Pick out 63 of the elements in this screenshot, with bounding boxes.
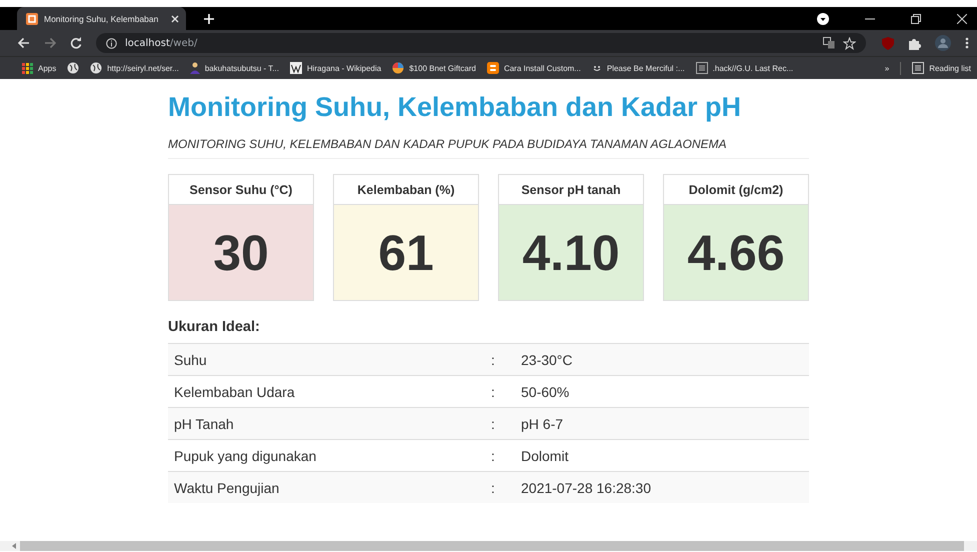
info-icon <box>106 38 117 48</box>
back-icon[interactable] <box>18 37 30 49</box>
bookmark[interactable]: http://seiryl.net/ser... <box>90 62 179 74</box>
star-icon[interactable] <box>843 36 856 50</box>
new-tab-icon[interactable] <box>204 14 214 24</box>
table-cell-text: : <box>491 416 496 432</box>
close-icon[interactable] <box>171 14 179 22</box>
sensor-value: 30 <box>169 205 313 300</box>
bookmark[interactable]: Apps <box>22 62 56 74</box>
forward-icon[interactable] <box>44 37 56 49</box>
table-cell: Dolomit <box>521 448 568 464</box>
page-subtitle: MONITORING SUHU, KELEMBABAN DAN KADAR PUPUK PADA BUDIDAYA TANAMAN AGLAONEMA <box>168 137 809 159</box>
sensor-value: 61 <box>334 205 478 300</box>
blogger-icon <box>486 62 499 74</box>
close-window-icon[interactable] <box>957 14 967 24</box>
browser-tab[interactable]: Monitoring Suhu, Kelembaban <box>17 7 186 30</box>
bookmark[interactable]: Please Be Merciful :... <box>592 63 685 73</box>
table-cell-text: Pupuk yang digunakan <box>173 448 318 464</box>
sensor-value: 4.66 <box>664 205 808 300</box>
table-cell-text: pH Tanah <box>173 416 235 432</box>
bookmark[interactable]: Cara Install Custom... <box>486 62 581 74</box>
table-cell-text: : <box>491 480 496 496</box>
table-cell: 2021-07-28 16:28:30 <box>521 480 651 496</box>
wiki-icon <box>290 62 302 74</box>
pie-icon <box>392 62 404 74</box>
page-title: Monitoring Suhu, Kelembaban dan Kadar pH <box>168 92 742 123</box>
table-cell: 50-60% <box>521 384 570 400</box>
menu-icon[interactable] <box>965 37 969 49</box>
table-cell-text: Suhu <box>173 352 208 368</box>
smiley-icon <box>592 63 602 73</box>
bookmark[interactable] <box>67 62 80 74</box>
section-heading: Ukuran Ideal: <box>168 319 261 335</box>
scroll-left-icon[interactable] <box>12 543 16 549</box>
globe-icon <box>67 62 80 74</box>
bookmark[interactable]: Hiragana - Wikipedia <box>290 62 382 74</box>
bookmark[interactable]: $100 Bnet Giftcard <box>392 62 476 74</box>
app-icon <box>26 12 38 24</box>
reload-icon[interactable] <box>70 37 82 49</box>
tab-title: Monitoring Suhu, Kelembaban <box>44 14 160 24</box>
table-cell-text: Waktu Pengujian <box>173 480 280 496</box>
reading-list[interactable]: Reading list <box>912 62 971 74</box>
apps-grid-icon <box>22 62 33 74</box>
person-icon <box>190 62 200 74</box>
document-icon <box>696 62 708 74</box>
bookmark[interactable]: .hack//G.U. Last Rec... <box>696 62 794 74</box>
sensor-value: 4.10 <box>499 205 643 300</box>
globe-icon <box>90 62 102 74</box>
translate-icon[interactable] <box>823 37 835 49</box>
address-bar[interactable]: localhost/web/ <box>96 33 866 53</box>
table-cell-text: : <box>491 352 496 368</box>
bookmark[interactable]: bakuhatsubutsu - T... <box>190 62 279 74</box>
profile-dropdown-icon[interactable] <box>817 12 829 24</box>
table-cell-text: : <box>491 448 496 464</box>
list-icon <box>912 62 924 74</box>
table-cell-text: Kelembaban Udara <box>173 384 296 400</box>
avatar-icon[interactable] <box>935 35 951 51</box>
table-cell: 23-30°C <box>521 352 573 368</box>
puzzle-icon[interactable] <box>908 36 921 50</box>
more-bookmarks[interactable]: » <box>884 64 890 72</box>
table-cell-text: : <box>491 384 496 400</box>
restore-icon[interactable] <box>911 14 921 24</box>
table-cell: pH 6-7 <box>521 416 564 432</box>
url-text: localhost/web/ <box>125 38 198 48</box>
